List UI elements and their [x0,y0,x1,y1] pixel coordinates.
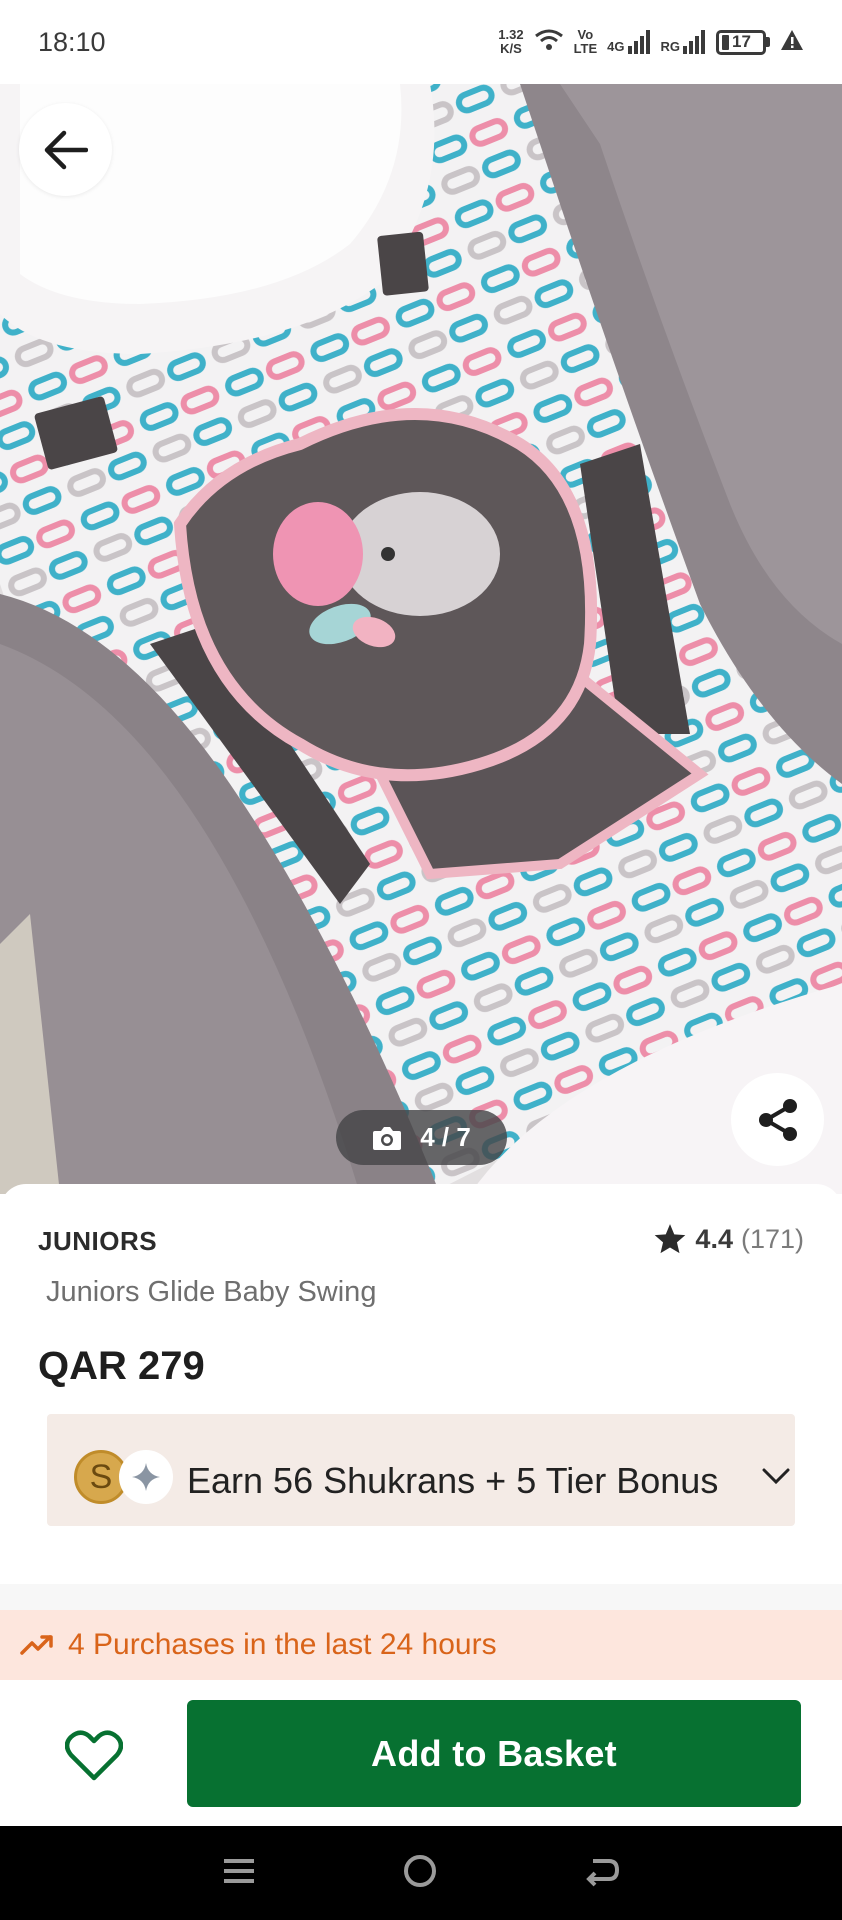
shukran-text: Earn 56 Shukrans + 5 Tier Bonus [187,1460,719,1501]
volte-indicator: Vo LTE [574,28,598,56]
signal-2: RG [661,30,707,54]
shukran-coin-letter: S [89,1457,113,1496]
product-photo [0,84,842,1194]
brand-name[interactable]: JUNIORS [38,1226,157,1257]
rating[interactable]: 4.4 (171) [653,1222,804,1256]
back-button[interactable] [19,103,112,196]
menu-icon[interactable] [223,1856,255,1891]
purchases-text: 4 Purchases in the last 24 hours [68,1628,497,1661]
back-nav-icon[interactable] [585,1855,619,1892]
purchases-banner: 4 Purchases in the last 24 hours [0,1610,842,1680]
system-nav-bar [0,1826,842,1920]
network-speed-value: 1.32 [498,27,524,42]
wishlist-button[interactable] [58,1726,130,1786]
volte-top: Vo [577,27,594,42]
image-counter: 4 / 7 [336,1110,507,1165]
add-to-basket-button[interactable]: Add to Basket [187,1700,801,1807]
battery-icon: 17 [716,29,770,55]
volte-bottom: LTE [573,41,598,56]
network-speed-unit: K/S [500,41,522,56]
sparkle-icon [119,1450,173,1504]
product-detail-screen: 18:10 1.32 K/S Vo LTE 4G RG 17 4 / 7 JUN… [0,0,842,1920]
alert-icon [780,28,804,57]
image-counter-text: 4 / 7 [420,1122,471,1152]
wifi-icon [534,27,564,58]
share-icon [758,1098,797,1141]
star-icon [655,1224,686,1254]
status-time: 18:10 [38,26,106,57]
home-icon[interactable] [402,1853,438,1894]
product-name: Juniors Glide Baby Swing [46,1276,377,1308]
shukran-rewards-bar[interactable]: S Earn 56 Shukrans + 5 Tier Bonus [47,1414,795,1526]
status-icons: 1.32 K/S Vo LTE 4G RG 17 [498,27,804,58]
product-price: QAR 279 [38,1344,205,1388]
share-button[interactable] [731,1073,824,1166]
signal-bars-icon [627,30,650,54]
status-bar: 18:10 1.32 K/S Vo LTE 4G RG 17 [0,0,842,84]
section-divider [0,1584,842,1610]
trending-up-icon [20,1635,53,1655]
rating-count: (171) [740,1223,804,1254]
network-speed: 1.32 K/S [498,28,523,56]
product-info-sheet: JUNIORS 4.4 (171) Juniors Glide Baby Swi… [0,1184,842,1584]
product-image-gallery[interactable]: 4 / 7 [0,84,842,1194]
bottom-action-bar: Add to Basket [0,1680,842,1826]
signal-1: 4G [607,30,650,54]
chevron-down-icon [762,1468,790,1485]
arrow-left-icon [44,130,88,169]
rating-value: 4.4 [695,1223,733,1254]
signal-bars-icon [683,30,705,54]
camera-icon [373,1126,402,1150]
battery-level: 17 [732,32,751,51]
network-2-label: RG [660,39,681,54]
heart-outline-icon [65,1730,123,1781]
network-1-label: 4G [607,39,625,54]
